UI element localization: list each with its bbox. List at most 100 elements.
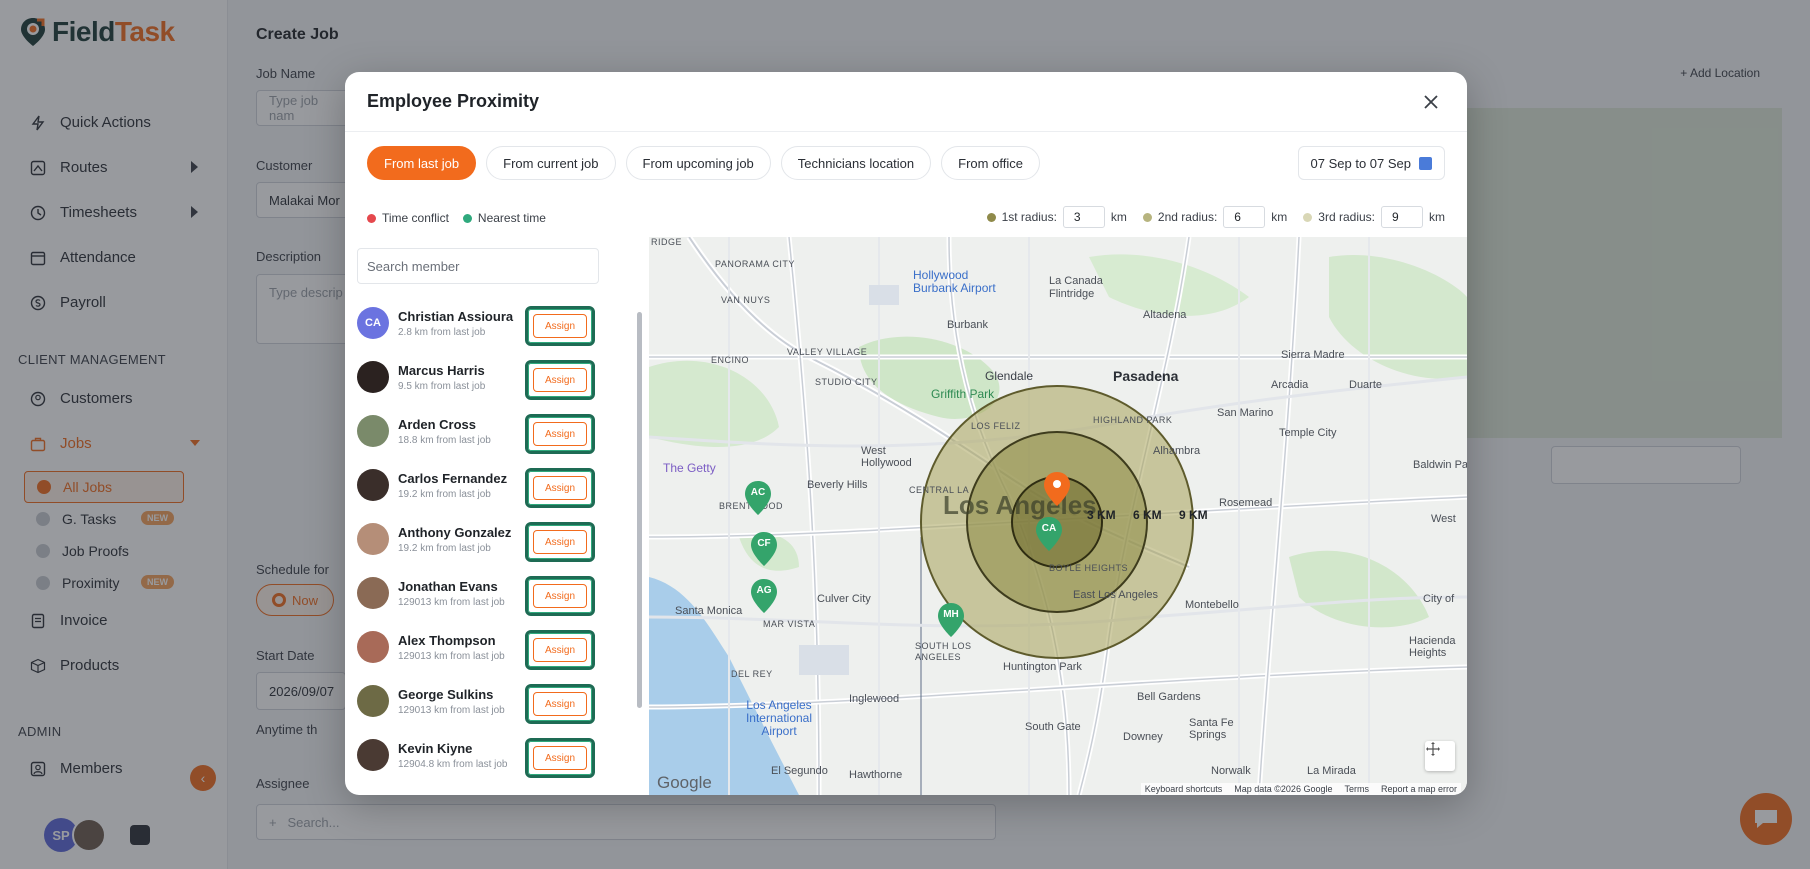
- assign-button[interactable]: Assign: [533, 584, 587, 608]
- member-list: CA Christian Assioura 2.8 km from last j…: [357, 296, 601, 782]
- map-label: The Getty: [663, 461, 716, 475]
- calendar-icon: [1419, 156, 1432, 170]
- map-label: Griffith Park: [931, 387, 995, 401]
- map-label: Inglewood: [849, 693, 900, 705]
- member-distance: 18.8 km from last job: [398, 434, 491, 446]
- list-item: George Sulkins 129013 km from last job A…: [357, 674, 601, 728]
- map-label: Arcadia: [1271, 379, 1309, 391]
- radius-dot-icon: [986, 212, 996, 222]
- list-item: Kevin Kiyne 12904.8 km from last job Ass…: [357, 728, 601, 782]
- employee-pin[interactable]: CF: [750, 531, 778, 567]
- pin-initials: MH: [943, 609, 959, 620]
- map-label: Alhambra: [1153, 445, 1201, 457]
- ring-label-3km: 3 KM: [1087, 508, 1116, 522]
- date-range-picker[interactable]: 07 Sep to 07 Sep: [1297, 146, 1445, 180]
- tab-from-office[interactable]: From office: [941, 146, 1040, 180]
- employee-marker-icon: [1036, 517, 1062, 551]
- map-label: Norwalk: [1211, 765, 1251, 777]
- job-location-pin-icon[interactable]: [1043, 471, 1071, 507]
- radius-label: 3rd radius:: [1318, 210, 1375, 224]
- date-range-value: 07 Sep to 07 Sep: [1310, 155, 1411, 171]
- map-label: Downey: [1123, 731, 1163, 743]
- third-radius-input[interactable]: 9: [1381, 206, 1423, 228]
- member-distance: 2.8 km from last job: [398, 326, 486, 338]
- fullscreen-button[interactable]: [1425, 741, 1455, 771]
- employee-marker-icon: [751, 579, 777, 613]
- second-radius: 2nd radius: 6 km: [1142, 206, 1288, 228]
- map-label: City of: [1423, 593, 1455, 605]
- radius-unit: km: [1110, 210, 1127, 224]
- member-name: Christian Assioura: [398, 308, 514, 324]
- member-name: Arden Cross: [398, 416, 477, 432]
- radius-label: 2nd radius:: [1157, 210, 1218, 224]
- assign-button[interactable]: Assign: [533, 638, 587, 662]
- report-map-error-link[interactable]: Report a map error: [1381, 784, 1457, 794]
- map-label: Sierra Madre: [1281, 349, 1345, 361]
- close-icon[interactable]: [1421, 92, 1441, 112]
- legend-time-conflict: Time conflict: [367, 211, 449, 225]
- member-info: Kevin Kiyne 12904.8 km from last job: [398, 741, 508, 770]
- red-dot-icon: [367, 213, 376, 223]
- assign-button[interactable]: Assign: [533, 746, 587, 770]
- map-label: Huntington Park: [1003, 661, 1082, 673]
- legend-nearest-time: Nearest time: [462, 211, 546, 225]
- map-label: West Hollywood: [861, 445, 912, 469]
- assign-button[interactable]: Assign: [533, 530, 587, 554]
- assign-highlight: Assign: [525, 414, 595, 454]
- list-item: Carlos Fernandez 19.2 km from last job A…: [357, 458, 601, 512]
- pin-initials: CF: [757, 538, 771, 549]
- member-info: Alex Thompson 129013 km from last job: [398, 633, 505, 662]
- member-distance: 19.2 km from last job: [398, 488, 491, 500]
- first-radius-input[interactable]: 3: [1062, 206, 1105, 228]
- member-name: Marcus Harris: [398, 362, 485, 378]
- member-list-scrollbar[interactable]: [637, 300, 642, 770]
- assign-button[interactable]: Assign: [533, 422, 587, 446]
- map-label: La Canada Flintridge: [1049, 275, 1103, 300]
- member-distance: 19.2 km from last job: [398, 542, 491, 554]
- assign-highlight: Assign: [525, 522, 595, 562]
- member-name: Kevin Kiyne: [398, 740, 473, 756]
- list-item: Anthony Gonzalez 19.2 km from last job A…: [357, 512, 601, 566]
- map-label: Montebello: [1185, 599, 1239, 611]
- tab-from-last-job[interactable]: From last job: [367, 146, 477, 180]
- map-label: RIDGE: [651, 237, 683, 247]
- employee-pin[interactable]: AG: [750, 578, 778, 614]
- employee-pin[interactable]: CA: [1035, 516, 1063, 552]
- second-radius-input[interactable]: 6: [1223, 206, 1266, 228]
- member-info: George Sulkins 129013 km from last job: [398, 687, 505, 716]
- map-label: MAR VISTA: [763, 619, 816, 629]
- member-info: Anthony Gonzalez 19.2 km from last job: [398, 525, 511, 554]
- assign-button[interactable]: Assign: [533, 314, 587, 338]
- modal-title: Employee Proximity: [367, 91, 540, 111]
- tab-technicians-location[interactable]: Technicians location: [780, 146, 932, 180]
- map-label: LOS FELIZ: [971, 421, 1021, 431]
- terms-link[interactable]: Terms: [1344, 784, 1369, 794]
- search-member-placeholder: Search member: [367, 258, 460, 274]
- scrollbar-thumb[interactable]: [637, 312, 642, 708]
- member-name: Jonathan Evans: [398, 578, 498, 594]
- keyboard-shortcuts-link[interactable]: Keyboard shortcuts: [1145, 784, 1223, 794]
- employee-pin[interactable]: AC: [744, 480, 772, 516]
- radius-unit: km: [1271, 210, 1288, 224]
- radius-controls: 1st radius: 3 km 2nd radius: 6 km 3rd ra…: [971, 206, 1445, 228]
- third-radius: 3rd radius: 9 km: [1303, 206, 1445, 228]
- map-label: SOUTH LOS ANGELES: [915, 641, 972, 662]
- map-label: Hacienda Heights: [1409, 635, 1456, 659]
- employee-pin[interactable]: MH: [937, 602, 965, 638]
- tab-from-current-job[interactable]: From current job: [486, 146, 616, 180]
- assign-button[interactable]: Assign: [533, 476, 587, 500]
- map-label: Santa Fe Springs: [1189, 717, 1234, 741]
- map-label: VAN NUYS: [721, 295, 771, 305]
- proximity-map[interactable]: RIDGE PANORAMA CITY VAN NUYS Hollywood B…: [649, 237, 1467, 795]
- radius-dot-icon: [1142, 212, 1152, 222]
- avatar: [357, 685, 389, 717]
- assign-highlight: Assign: [525, 684, 595, 724]
- assign-button[interactable]: Assign: [533, 368, 587, 392]
- google-logo[interactable]: Google: [657, 773, 712, 793]
- tab-from-upcoming-job[interactable]: From upcoming job: [625, 146, 771, 180]
- member-distance: 129013 km from last job: [398, 704, 505, 716]
- modal-header: Employee Proximity: [345, 72, 1467, 132]
- search-member-input[interactable]: Search member: [357, 248, 599, 284]
- assign-button[interactable]: Assign: [533, 692, 587, 716]
- list-item: Jonathan Evans 129013 km from last job A…: [357, 566, 601, 620]
